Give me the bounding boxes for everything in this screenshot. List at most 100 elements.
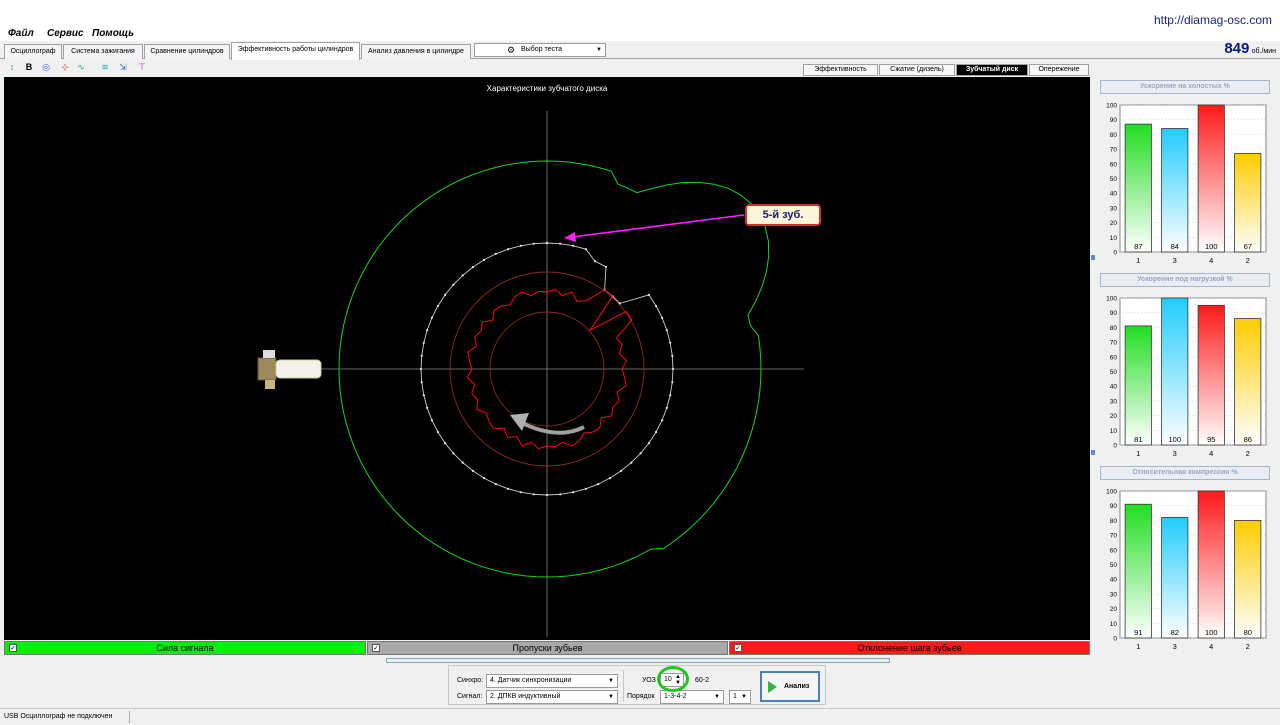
order-index-select[interactable]: 1 ▼ xyxy=(729,690,751,704)
signal-select[interactable]: 2. ДПКВ индуктивный ▼ xyxy=(486,690,618,704)
x-tick-label: 2 xyxy=(1246,449,1250,458)
tooth-marker xyxy=(420,381,423,384)
sync-select[interactable]: 4. Датчик синхронизации ▼ xyxy=(486,674,618,688)
site-url[interactable]: http://diamag-osc.com xyxy=(1154,13,1272,27)
x-tick-label: 3 xyxy=(1173,642,1177,651)
menu-file[interactable]: Файл xyxy=(8,28,34,39)
y-tick-label: 60 xyxy=(1110,547,1118,554)
tooth-marker xyxy=(665,406,668,409)
analyze-button[interactable]: Анализ xyxy=(760,671,820,702)
marker-icon[interactable]: ⊤ xyxy=(135,61,149,74)
graph-icon[interactable]: ∿ xyxy=(74,61,88,74)
tooth-marker xyxy=(572,491,575,494)
tooth-marker xyxy=(430,419,433,422)
x-tick-label: 1 xyxy=(1136,449,1140,458)
chevron-down-icon: ▼ xyxy=(714,694,720,700)
adjust-icon[interactable]: ↕ xyxy=(5,61,19,74)
legend-tooth-gaps[interactable]: ✓ Пропуски зубьев xyxy=(367,641,728,655)
checkbox-icon[interactable]: ✓ xyxy=(9,644,17,652)
y-tick-label: 100 xyxy=(1106,489,1117,496)
bar-3 xyxy=(1161,128,1189,253)
tooth-marker xyxy=(494,252,497,255)
bar-3 xyxy=(1161,517,1189,639)
subtab-toothed-disk[interactable]: Зубчатый диск xyxy=(956,64,1028,76)
tooth-marker xyxy=(494,483,497,486)
tooth-marker xyxy=(422,341,425,344)
tooth-marker xyxy=(507,487,510,490)
horizontal-scrollbar[interactable] xyxy=(386,658,890,663)
bar-2 xyxy=(1234,520,1262,639)
chevron-down-icon: ▼ xyxy=(608,678,614,684)
bold-b-icon[interactable]: B xyxy=(22,61,36,74)
callout-arrow xyxy=(571,214,745,238)
order-select[interactable]: 1-3-4-2 ▼ xyxy=(660,690,724,704)
y-tick-label: 80 xyxy=(1110,132,1118,139)
y-tick-label: 40 xyxy=(1110,191,1118,198)
menu-service[interactable]: Сервис xyxy=(47,28,84,39)
uoz-highlight-ring xyxy=(657,666,689,692)
tooth-marker xyxy=(620,469,623,472)
toothed-disk-plot[interactable]: Характеристики зубчатого диска 5-й зуб. xyxy=(4,77,1090,640)
splitter-pin[interactable] xyxy=(1091,255,1095,260)
tooth-marker xyxy=(452,452,455,455)
bar-1 xyxy=(1124,325,1152,446)
chevron-down-icon: ▼ xyxy=(741,694,747,700)
y-tick-label: 60 xyxy=(1110,161,1118,168)
y-tick-label: 50 xyxy=(1110,562,1118,569)
filter-icon[interactable]: ≋ xyxy=(98,61,112,74)
bar-4 xyxy=(1197,104,1225,253)
splitter-pin[interactable] xyxy=(1091,450,1095,455)
x-tick-label: 3 xyxy=(1173,449,1177,458)
cursor-icon[interactable]: ⊹ xyxy=(58,61,72,74)
subtab-advance[interactable]: Опережение xyxy=(1029,64,1089,76)
tooth-marker xyxy=(584,487,588,490)
bar-chart-svg: 0 10 20 30 40 50 60 70 80 90 100 81 1 100 3 95 4 86 2 xyxy=(1106,296,1267,458)
tab-oscilloscope[interactable]: Осциллограф xyxy=(4,44,62,59)
bar-1 xyxy=(1124,123,1152,253)
y-tick-label: 10 xyxy=(1110,621,1118,628)
tooth-marker xyxy=(545,493,549,497)
disk-svg: Характеристики зубчатого диска xyxy=(257,84,804,637)
menu-help[interactable]: Помощь xyxy=(92,28,134,39)
tooth-marker xyxy=(419,367,423,371)
uoz-label: УОЗ xyxy=(642,677,656,684)
tooth-marker xyxy=(420,354,423,357)
checkbox-icon[interactable]: ✓ xyxy=(372,644,380,652)
tooth-marker xyxy=(639,452,642,455)
checkbox-icon[interactable]: ✓ xyxy=(734,644,742,652)
subtab-compression-diesel[interactable]: Сжатие (дизель) xyxy=(879,64,955,76)
right-charts-panel: Ускорение на холостых % 0 10 20 30 40 50 60 70 8… xyxy=(1096,78,1280,658)
tooth-marker xyxy=(471,469,474,472)
legend-label: Отклонение шага зубьев xyxy=(857,643,962,653)
tooth-marker xyxy=(661,419,664,422)
callout-arrow-head xyxy=(564,232,576,242)
tooth-marker xyxy=(426,406,429,409)
y-tick-label: 50 xyxy=(1110,369,1118,376)
tab-cylinder-compare[interactable]: Сравнение цилиндров xyxy=(144,44,230,59)
signal-label: Сигнал: xyxy=(457,693,483,700)
tooth-marker xyxy=(593,260,597,263)
order-label: Порядок xyxy=(627,693,655,700)
tab-ignition[interactable]: Система зажигания xyxy=(63,44,143,59)
legend-pitch-deviation[interactable]: ✓ Отклонение шага зубьев xyxy=(729,641,1090,655)
chart-title: Относительная компрессия % xyxy=(1100,466,1270,480)
y-tick-label: 60 xyxy=(1110,354,1118,361)
sync-label: Синхро: xyxy=(457,677,484,684)
rpm-readout: 849 об./мин xyxy=(1224,40,1276,57)
subtab-efficiency[interactable]: Эффективность xyxy=(803,64,878,76)
legend-label: Пропуски зубьев xyxy=(512,643,583,653)
tooth-marker xyxy=(647,293,651,296)
chart-title: Ускорение под нагрузкой % xyxy=(1100,273,1270,287)
bar-value-label: 81 xyxy=(1134,435,1142,444)
legend-signal-strength[interactable]: ✓ Сила сигнала xyxy=(4,641,366,655)
zoom-icon[interactable]: ◎ xyxy=(39,61,53,74)
y-tick-label: 20 xyxy=(1110,606,1118,613)
y-tick-label: 70 xyxy=(1110,147,1118,154)
y-tick-label: 90 xyxy=(1110,310,1118,317)
scale-icon[interactable]: ⇲ xyxy=(116,61,130,74)
tooth-marker xyxy=(669,394,672,397)
tab-pressure-analysis[interactable]: Анализ давления в цилиндре xyxy=(361,44,471,59)
test-select[interactable]: ⚙ Выбор теста ▼ xyxy=(474,43,606,57)
tab-cylinder-efficiency[interactable]: Эффективность работы цилиндров xyxy=(231,42,360,60)
tooth-marker xyxy=(422,394,425,397)
